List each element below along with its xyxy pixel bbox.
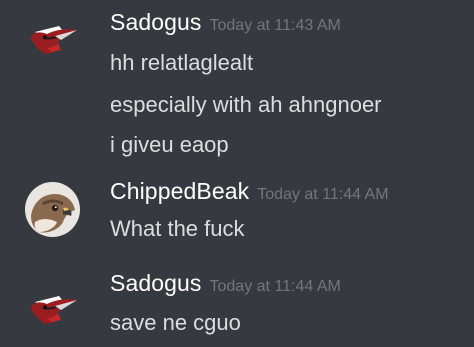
message-text: hh relatlaglealt	[110, 50, 254, 75]
timestamp: Today at 11:44 AM	[257, 186, 389, 203]
woodpecker-avatar-icon[interactable]	[25, 12, 80, 67]
username[interactable]: Sadogus	[110, 270, 202, 296]
message-header: ChippedBeak Today at 11:44 AM	[110, 178, 389, 205]
message-text: save ne cguo	[110, 310, 241, 335]
message-header: Sadogus Today at 11:44 AM	[110, 270, 341, 297]
message-text: What the fuck	[110, 216, 245, 241]
timestamp: Today at 11:43 AM	[209, 17, 341, 34]
chat-message-list: Sadogus Today at 11:43 AM hh relatlagleal…	[0, 0, 474, 347]
username[interactable]: ChippedBeak	[110, 178, 249, 204]
username[interactable]: Sadogus	[110, 9, 202, 35]
message-header: Sadogus Today at 11:43 AM	[110, 9, 341, 36]
message-text: especially with ah ahngnoer	[110, 92, 382, 117]
timestamp: Today at 11:44 AM	[209, 278, 341, 295]
message-text: i giveu eaop	[110, 132, 229, 157]
hawk-avatar-icon[interactable]	[25, 182, 80, 237]
woodpecker-avatar-icon[interactable]	[25, 282, 80, 337]
